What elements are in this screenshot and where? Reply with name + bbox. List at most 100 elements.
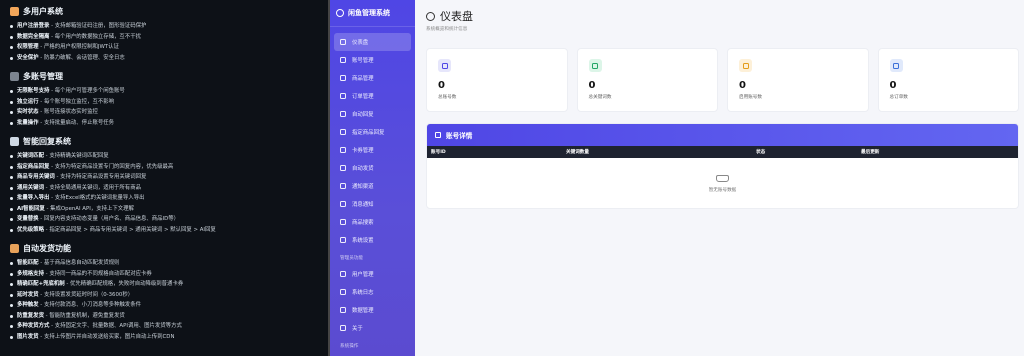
sidebar-item[interactable]: 指定商品回复 — [334, 123, 411, 141]
stat-label: 总订单数 — [889, 95, 908, 100]
sidebar-item-label: 商品搜索 — [352, 220, 374, 226]
bullet-icon — [10, 121, 13, 125]
feature-name: AI智能回复 — [17, 205, 45, 212]
sidebar-item-label: 通知渠道 — [352, 184, 374, 190]
feature-item: 变量替换 - 回复内容支持动态变量（用户名、商品信息、商品ID等） — [10, 214, 318, 225]
menu-icon — [340, 165, 346, 171]
readme-section: 智能回复系统 关键词匹配 - 支持精确关键词匹配回复 指定商品回复 - 支持为特定商… — [10, 136, 318, 235]
column-header: 账号ID — [431, 150, 446, 155]
sidebar-item[interactable]: 商品管理 — [334, 69, 411, 87]
feature-name: 数据完全隔离 — [17, 33, 50, 40]
bullet-icon — [10, 228, 13, 232]
sidebar-brand[interactable]: 闲鱼管理系统 — [330, 0, 415, 27]
menu-icon — [340, 289, 346, 295]
sidebar-item-label: 关于 — [352, 326, 363, 332]
menu-icon — [340, 147, 346, 153]
bullet-icon — [10, 304, 13, 307]
sidebar-item[interactable]: 账号管理 — [334, 51, 411, 69]
sidebar-item[interactable]: 系统设置 — [334, 231, 411, 249]
menu-icon — [340, 307, 346, 313]
bullet-icon — [10, 283, 13, 286]
bullet-icon — [10, 262, 13, 265]
feature-desc: - 支持批量启动、停止账号任务 — [38, 119, 115, 126]
section-title: 智能回复系统 — [23, 137, 71, 146]
menu-icon — [340, 271, 346, 277]
pulse-icon — [739, 59, 752, 72]
feature-name: 指定商品回复 — [17, 163, 50, 170]
feature-name: 实时状态 — [17, 109, 39, 115]
sidebar-item[interactable]: 消息通知 — [334, 195, 411, 213]
feature-desc: - 支持同一商品的不同规格自动匹配对应卡券 — [43, 270, 152, 277]
feature-name: 多种触发 — [17, 302, 39, 308]
menu-icon — [340, 237, 346, 243]
sidebar-item-label: 消息通知 — [352, 202, 374, 208]
sidebar-item[interactable]: 数据管理 — [334, 301, 411, 319]
feature-desc: - 支持精确关键词匹配回复 — [43, 153, 109, 159]
receipt-icon — [889, 59, 903, 72]
feature-desc: - 支持Excel格式的关键词批量导入导出 — [49, 195, 145, 201]
section-title: 多账号管理 — [23, 72, 63, 81]
feature-name: 多规格支持 — [17, 270, 44, 277]
feature-item: 关键词匹配 - 支持精确关键词匹配回复 — [10, 151, 318, 162]
sidebar-item[interactable]: 自动回复 — [334, 105, 411, 123]
sidebar-item[interactable]: 仪表盘 — [334, 33, 411, 51]
sidebar-group-label: 系统操作 — [340, 344, 359, 349]
feature-item: 批量导入导出 - 支持Excel格式的关键词批量导入导出 — [10, 193, 318, 204]
sidebar-item[interactable]: 商品搜索 — [334, 213, 411, 231]
stat-card: 0 总账号数 — [426, 48, 568, 112]
sidebar-item[interactable]: 自动发货 — [334, 159, 411, 177]
feature-name: 防重复发货 — [17, 312, 44, 319]
sidebar-item-label: 商品管理 — [352, 76, 374, 82]
bullet-icon — [10, 335, 13, 339]
sidebar-item[interactable]: 通知渠道 — [334, 177, 411, 195]
bullet-icon — [10, 56, 13, 60]
menu-icon — [340, 201, 346, 207]
feature-item: 数据完全隔离 - 每个用户的数据独立存储，互不干扰 — [10, 32, 318, 43]
bullet-icon — [10, 155, 13, 158]
feature-name: 延时发货 — [17, 291, 39, 298]
bullet-icon — [10, 176, 13, 179]
chat-icon — [588, 59, 602, 72]
table-icon — [435, 132, 441, 138]
section-title: 多用户系统 — [23, 7, 63, 16]
bullet-icon — [10, 293, 13, 297]
stat-value: 0 — [438, 80, 445, 91]
bullet-icon — [10, 35, 13, 39]
page-subtitle: 系统概览和统计信息 — [426, 27, 468, 32]
column-header: 状态 — [756, 150, 766, 155]
readme-panel: 多用户系统 用户注册登录 - 支持邮箱验证码注册，图形验证码保护 数据完全隔离 - … — [0, 0, 328, 356]
bullet-icon — [10, 186, 13, 190]
sidebar-item[interactable]: 卡券管理 — [334, 141, 411, 159]
sidebar-item[interactable]: 关于 — [334, 319, 411, 337]
sidebar-item[interactable]: 用户管理 — [334, 265, 411, 283]
feature-name: 用户注册登录 — [17, 23, 50, 29]
empty-text: 暂无账号数据 — [708, 188, 737, 193]
sidebar-item-label: 卡券管理 — [352, 148, 374, 154]
feature-name: 权限管理 — [17, 44, 39, 50]
column-header: 最后更新 — [861, 150, 880, 155]
sidebar-item[interactable]: 订单管理 — [334, 87, 411, 105]
feature-item: 独立运行 - 每个账号独立监控，互不影响 — [10, 97, 318, 108]
bullet-icon — [10, 165, 13, 169]
feature-item: 防重复发货 - 智能防重复机制，避免重复发货 — [10, 311, 318, 322]
menu-icon — [340, 111, 346, 117]
page-header: 仪表盘 系统概览和统计信息 — [426, 0, 1019, 40]
stat-label: 总关键词数 — [588, 95, 612, 100]
chat-bubble-icon — [336, 9, 344, 17]
sidebar-item-label: 指定商品回复 — [352, 130, 385, 136]
feature-name: 优先级策略 — [17, 226, 44, 233]
menu-icon — [340, 129, 346, 135]
feature-desc: - 防暴力破解、会话管理、安全日志 — [38, 54, 125, 61]
feature-name: 多种发货方式 — [17, 323, 50, 329]
bullet-icon — [10, 272, 13, 276]
menu-icon — [340, 39, 346, 45]
sidebar-item[interactable]: 系统日志 — [334, 283, 411, 301]
main-content: 仪表盘 系统概览和统计信息 0 总账号数 0 总关键词数 0 启用账号数 0 总订单数 账号详… — [415, 0, 1024, 356]
bullet-icon — [10, 325, 13, 328]
sidebar-group-label: 管理员功能 — [340, 256, 363, 261]
sidebar-item-label: 系统设置 — [352, 238, 374, 244]
stat-value: 0 — [739, 80, 746, 91]
feature-desc: - 每个账号独立监控，互不影响 — [38, 98, 115, 105]
feature-name: 独立运行 — [17, 98, 39, 105]
stat-card: 0 总关键词数 — [576, 48, 718, 112]
